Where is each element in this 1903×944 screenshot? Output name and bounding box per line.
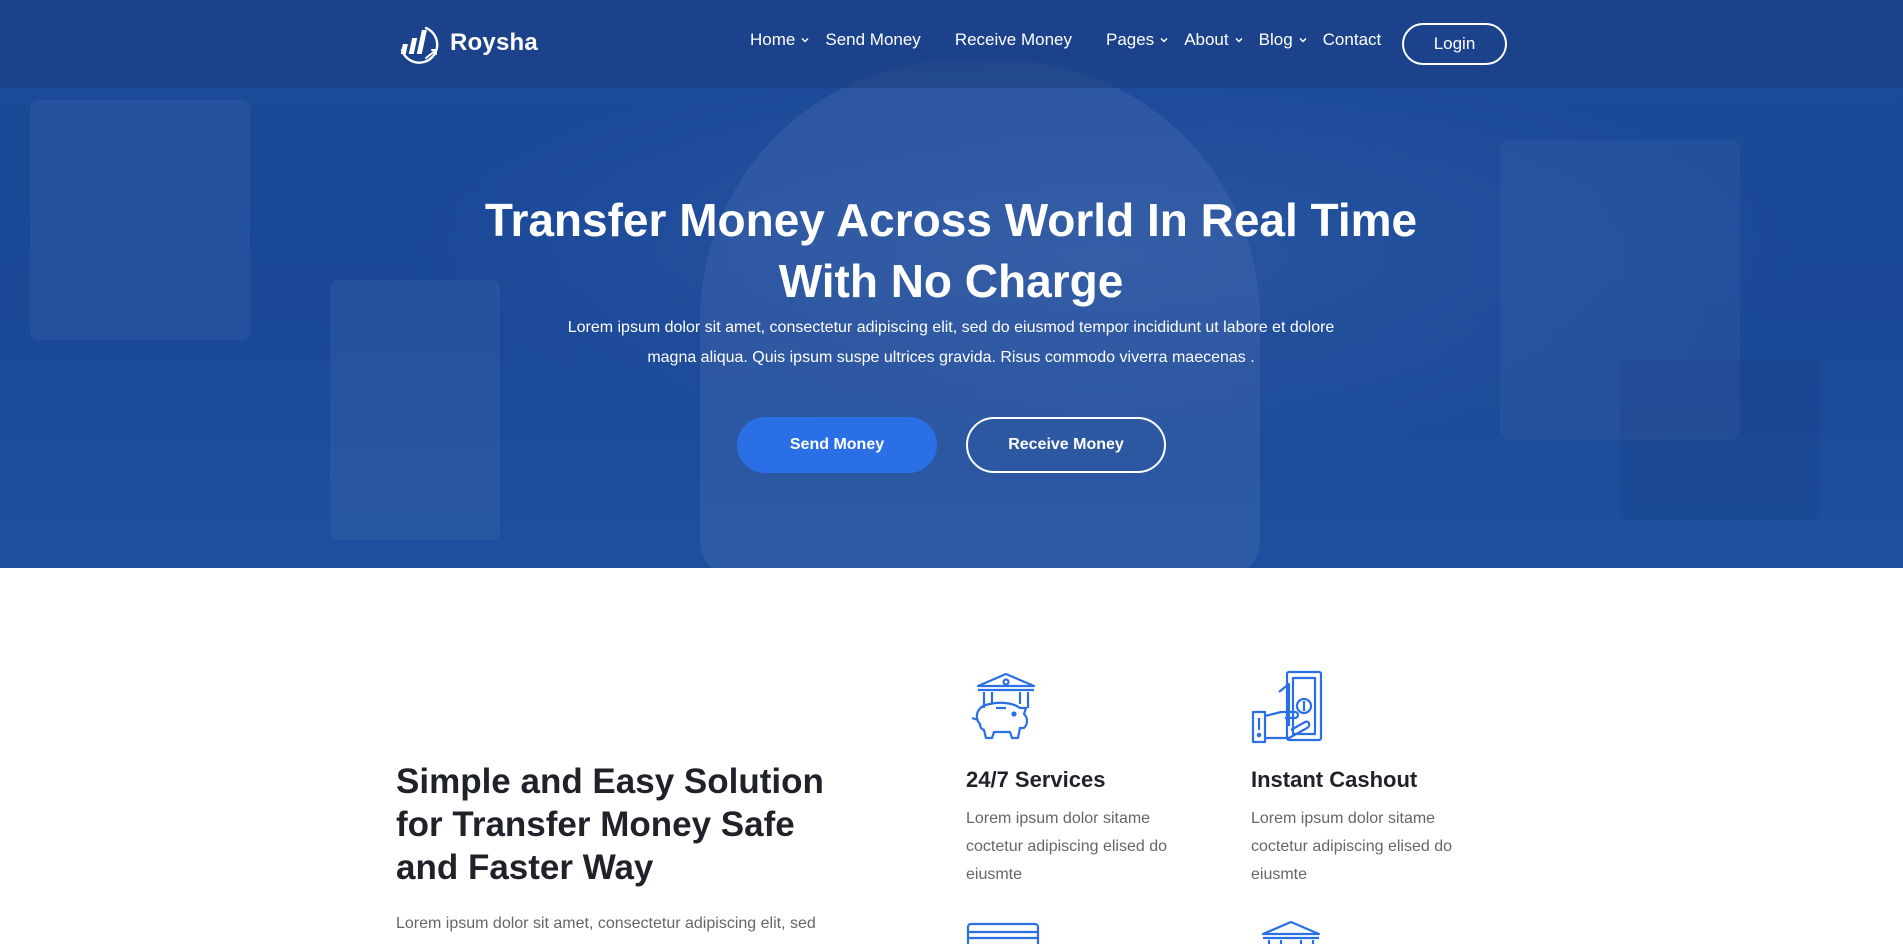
cash-hand-icon (1251, 670, 1323, 744)
logo-text: Roysha (450, 29, 538, 56)
nav-item-home[interactable]: Home (750, 30, 809, 50)
nav-item-pages[interactable]: Pages (1106, 30, 1168, 50)
feature-card: Instant Cashout Lorem ipsum dolor sitame… (1251, 668, 1511, 889)
chevron-down-icon (1235, 37, 1243, 43)
bank-icon (1261, 920, 1321, 944)
hero-subtitle: Lorem ipsum dolor sit amet, consectetur … (567, 319, 1335, 366)
nav-item-about[interactable]: About (1184, 30, 1243, 50)
nav-item-contact[interactable]: Contact (1323, 30, 1382, 50)
nav-item-send-money[interactable]: Send Money (825, 30, 920, 50)
chevron-down-icon (801, 37, 809, 43)
bank-piggy-icon (971, 672, 1036, 740)
feature-card: 24/7 Services Lorem ipsum dolor sitame c… (966, 668, 1226, 889)
chevron-down-icon (1160, 37, 1168, 43)
nav-item-blog[interactable]: Blog (1259, 30, 1307, 50)
card-icon (966, 922, 1040, 944)
logo[interactable]: Roysha (396, 20, 538, 66)
send-money-button[interactable]: Send Money (737, 417, 937, 473)
nav-item-receive-money[interactable]: Receive Money (955, 30, 1072, 50)
hero-title: Transfer Money Across World In Real Time… (484, 194, 1418, 307)
logo-icon (400, 26, 439, 64)
receive-money-button[interactable]: Receive Money (966, 417, 1166, 473)
login-button[interactable]: Login (1402, 23, 1507, 65)
about-text: Lorem ipsum dolor sit amet, consectetur … (396, 915, 816, 932)
chevron-down-icon (1299, 37, 1307, 43)
main-nav: Home Send Money Receive Money Pages Abou… (750, 30, 1381, 50)
about-title: Simple and Easy Solution for Transfer Mo… (396, 762, 824, 887)
hero-section: Roysha Home Send Money Receive Money Pag… (0, 0, 1903, 568)
site-header: Roysha Home Send Money Receive Money Pag… (0, 0, 1903, 88)
